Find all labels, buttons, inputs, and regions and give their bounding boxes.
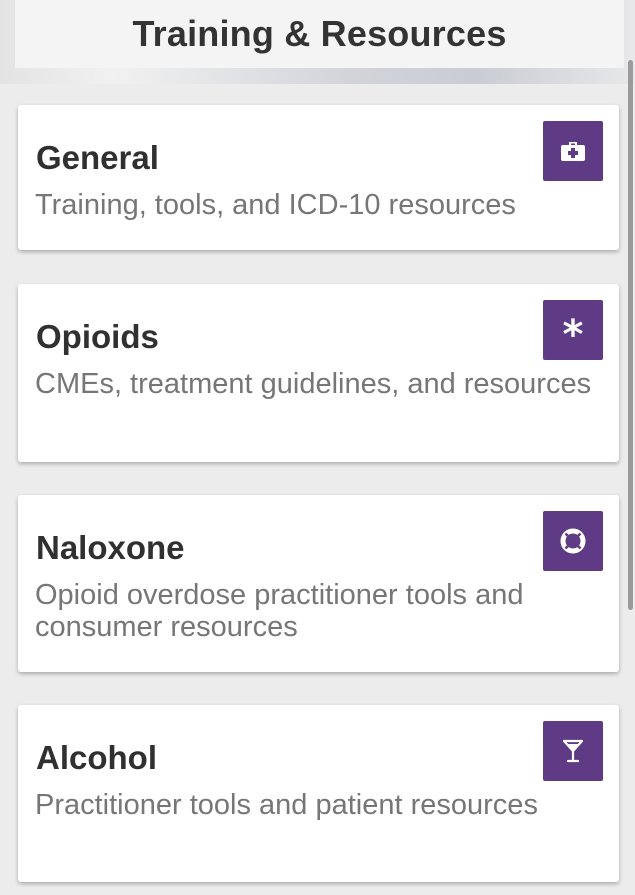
card-description: CMEs, treatment guidelines, and resource…	[35, 368, 592, 400]
first-aid-kit-icon	[543, 121, 603, 181]
card-title: Alcohol	[36, 739, 157, 776]
card-alcohol[interactable]: Alcohol Practitioner tools and patient r…	[18, 705, 619, 882]
cocktail-glass-icon	[543, 721, 603, 781]
card-description: Practitioner tools and patient resources	[35, 789, 538, 821]
page-header: Training & Resources	[15, 0, 624, 68]
scrollbar[interactable]	[627, 0, 635, 895]
card-title: Opioids	[36, 318, 159, 355]
card-description: Opioid overdose practitioner tools and c…	[35, 579, 524, 643]
card-title: General	[36, 139, 159, 176]
card-general[interactable]: General Training, tools, and ICD-10 reso…	[18, 105, 619, 250]
card-description: Training, tools, and ICD-10 resources	[35, 189, 516, 221]
screen: Training & Resources General Training, t…	[0, 0, 635, 895]
page-title: Training & Resources	[132, 13, 507, 54]
card-naloxone[interactable]: Naloxone Opioid overdose practitioner to…	[18, 495, 619, 672]
scrollbar-thumb[interactable]	[628, 60, 633, 610]
asterisk-glyph: *	[562, 312, 584, 358]
life-ring-icon	[543, 511, 603, 571]
card-opioids[interactable]: Opioids CMEs, treatment guidelines, and …	[18, 284, 619, 462]
card-title: Naloxone	[36, 529, 185, 566]
asterisk-icon: *	[543, 300, 603, 360]
